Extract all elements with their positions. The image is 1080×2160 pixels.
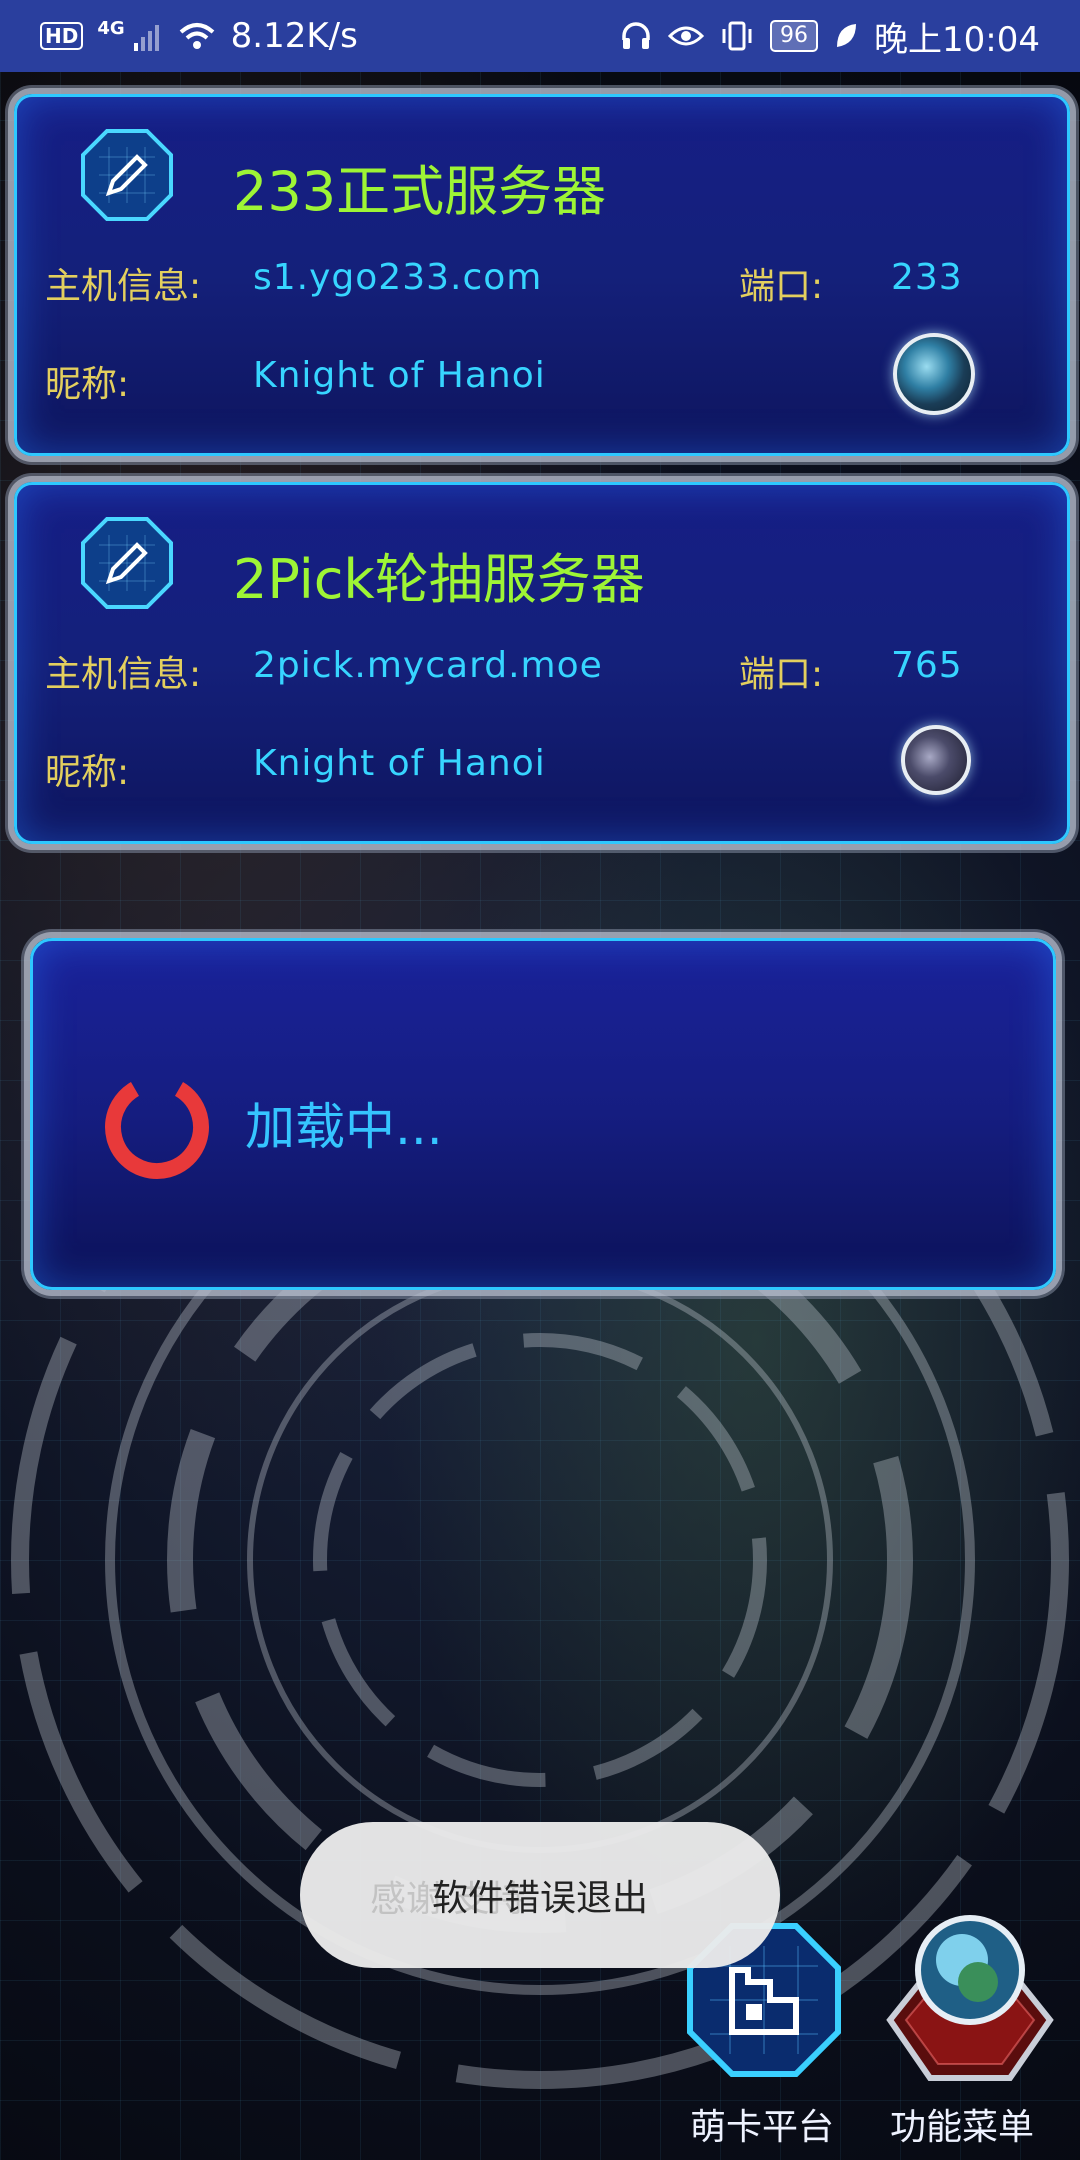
- loading-card: 加载中...: [30, 938, 1056, 1290]
- nickname-value: Knight of Hanoi: [253, 743, 546, 784]
- nickname-label: 昵称:: [45, 752, 130, 793]
- clock: 晚上10:04: [874, 19, 1040, 60]
- headphones-icon: [622, 22, 650, 49]
- nickname-label: 昵称:: [45, 364, 130, 405]
- host-value: 2pick.mycard.moe: [253, 645, 603, 686]
- loading-spinner-icon: [105, 1075, 209, 1179]
- avatar: [901, 725, 971, 795]
- mycard-platform-label[interactable]: 萌卡平台: [690, 2098, 834, 2150]
- nickname-value: Knight of Hanoi: [253, 355, 546, 396]
- edit-icon[interactable]: [79, 127, 175, 223]
- vibrate-icon: [722, 21, 752, 51]
- server-card[interactable]: 233正式服务器 主机信息: s1.ygo233.com 端口: 233 昵称:…: [14, 94, 1070, 456]
- host-value: s1.ygo233.com: [253, 257, 543, 298]
- network-speed: 8.12K/s: [230, 16, 358, 56]
- function-menu-button[interactable]: [880, 1910, 1060, 2090]
- port-label: 端口:: [739, 654, 824, 695]
- wifi-icon: [179, 23, 214, 49]
- toast-message: 感谢 支持 软件错误退出: [300, 1822, 780, 1968]
- hd-voice-icon: HD: [40, 22, 84, 50]
- network-type: 4G: [97, 17, 125, 39]
- toast-text: 软件错误退出: [431, 1878, 648, 1919]
- port-label: 端口:: [739, 266, 824, 307]
- server-card[interactable]: 2Pick轮抽服务器 主机信息: 2pick.mycard.moe 端口: 76…: [14, 482, 1070, 844]
- server-title: 2Pick轮抽服务器: [233, 548, 645, 611]
- signal-icon: [133, 25, 159, 51]
- loading-text: 加载中...: [245, 1098, 443, 1156]
- status-bar: HD 4G 8.12K/s 96 晚上10:04: [0, 0, 1080, 72]
- avatar: [893, 333, 975, 415]
- leaf-icon: [837, 24, 857, 47]
- eye-comfort-icon: [668, 26, 705, 46]
- function-menu-label[interactable]: 功能菜单: [890, 2098, 1034, 2150]
- battery-indicator: 96: [770, 20, 819, 52]
- host-label: 主机信息:: [45, 266, 202, 307]
- host-label: 主机信息:: [45, 654, 202, 695]
- port-value: 233: [891, 257, 963, 298]
- port-value: 765: [891, 645, 963, 686]
- edit-icon[interactable]: [79, 515, 175, 611]
- server-title: 233正式服务器: [233, 160, 607, 223]
